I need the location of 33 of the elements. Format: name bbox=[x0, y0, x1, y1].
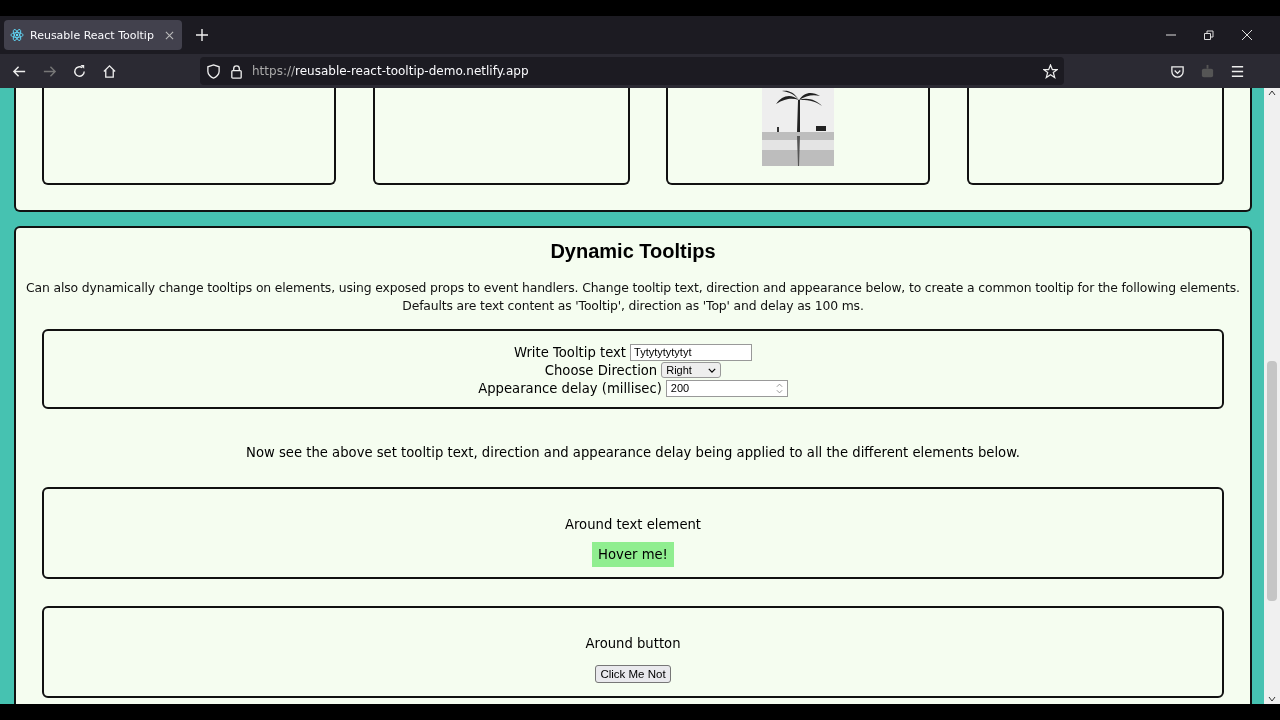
new-tab-icon[interactable] bbox=[196, 29, 208, 41]
scrollbar[interactable] bbox=[1264, 88, 1280, 704]
lock-icon bbox=[229, 63, 244, 79]
field-label: Write Tooltip text bbox=[513, 344, 626, 360]
tab-title: Reusable React Tooltip bbox=[30, 28, 155, 42]
click-button[interactable]: Click Me Not bbox=[595, 665, 671, 683]
url-text: https://reusable-react-tooltip-demo.netlify.app bbox=[252, 64, 529, 78]
text-field[interactable]: Tytytytytytyt bbox=[630, 343, 752, 361]
description-text: Can also dynamically change tooltips on elements, using exposed props to event handlers. Change tooltip text, direction and appearance below, to create a common tooltip for the following elements. Defaults are text content as 'Tooltip', direction as 'Top' and delay as 100 ms. bbox=[25, 279, 1241, 315]
direction-dropdown[interactable]: Right bbox=[661, 362, 722, 378]
number-field[interactable]: 200 bbox=[665, 379, 788, 397]
browser-tab[interactable]: Reusable React Tooltip bbox=[4, 20, 182, 50]
address-bar[interactable]: https://reusable-react-tooltip-demo.netlify.app bbox=[200, 57, 1064, 85]
section-title: Dynamic Tooltips bbox=[549, 240, 717, 263]
hover-target[interactable]: Hover me! bbox=[592, 542, 674, 567]
note-text: Now see the above set tooltip text, direction and appearance delay being applied to all the different elements below. bbox=[245, 445, 1021, 460]
reload-icon[interactable] bbox=[72, 63, 87, 79]
scroll-thumb[interactable] bbox=[1267, 361, 1277, 601]
restore-icon[interactable] bbox=[1204, 30, 1214, 40]
scroll-down-icon[interactable] bbox=[1268, 696, 1276, 702]
shield-icon bbox=[206, 63, 221, 79]
star-icon[interactable] bbox=[1043, 63, 1058, 79]
chevron-down-icon bbox=[708, 367, 717, 373]
demo-caption: Around text element bbox=[564, 517, 702, 532]
menu-icon[interactable] bbox=[1230, 63, 1245, 79]
field-label: Appearance delay (millisec) bbox=[478, 380, 662, 396]
atom-icon bbox=[10, 28, 24, 42]
close-icon[interactable] bbox=[1242, 30, 1252, 40]
scroll-up-icon[interactable] bbox=[1268, 90, 1276, 96]
demo-caption: Around button bbox=[585, 636, 681, 651]
field-label: Choose Direction bbox=[544, 362, 658, 378]
pocket-icon[interactable] bbox=[1170, 63, 1185, 79]
home-icon[interactable] bbox=[102, 63, 117, 79]
